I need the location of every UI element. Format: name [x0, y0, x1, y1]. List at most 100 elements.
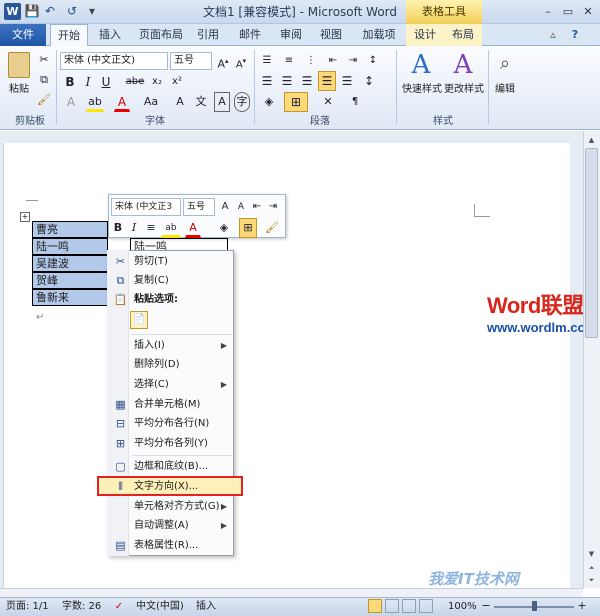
- italic-button[interactable]: I: [80, 72, 96, 92]
- mini-borders-icon[interactable]: ⊞: [239, 218, 257, 238]
- mini-center-icon[interactable]: ≡: [143, 218, 159, 238]
- menu-item-text-direction[interactable]: ⫴ 文字方向(X)...: [108, 477, 233, 496]
- close-button[interactable]: ✕: [578, 3, 598, 20]
- mini-format-painter-icon[interactable]: 🖌: [263, 218, 281, 238]
- align-center-icon[interactable]: ☰: [278, 71, 296, 91]
- mini-italic-button[interactable]: I: [127, 218, 141, 238]
- character-border-icon[interactable]: A: [214, 92, 230, 112]
- bullets-icon[interactable]: ☰: [258, 51, 276, 71]
- copy-icon[interactable]: ⧉: [36, 70, 52, 90]
- table-cell[interactable]: 贺峰: [32, 272, 108, 289]
- mini-shrink-font-icon[interactable]: A: [233, 197, 249, 217]
- table-cell[interactable]: 吴建波: [32, 255, 108, 272]
- tab-design[interactable]: 设计: [406, 24, 444, 46]
- mini-font-color-icon[interactable]: A: [185, 218, 201, 238]
- zoom-in-icon[interactable]: +: [576, 599, 588, 613]
- font-name-combo[interactable]: 宋体 (中文正文): [60, 52, 168, 70]
- distributed-icon[interactable]: ☰: [338, 71, 356, 91]
- menu-item-table-properties[interactable]: ▤ 表格属性(R)...: [108, 536, 233, 555]
- bold-button[interactable]: B: [62, 72, 78, 92]
- zoom-slider-thumb[interactable]: [532, 601, 537, 611]
- menu-item-distribute-rows[interactable]: ⊟ 平均分布各行(N): [108, 414, 233, 433]
- change-styles-label[interactable]: 更改样式: [442, 80, 486, 95]
- tab-review[interactable]: 审阅: [274, 24, 308, 46]
- chinese-layout-icon[interactable]: ✕: [318, 92, 338, 112]
- vertical-scroll-thumb[interactable]: [585, 148, 598, 338]
- tab-file[interactable]: 文件: [0, 24, 46, 46]
- cut-icon[interactable]: ✂: [36, 50, 52, 70]
- text-effects-icon[interactable]: A: [62, 92, 80, 112]
- menu-item-select[interactable]: 选择(C) ▶: [108, 375, 233, 394]
- sort-icon[interactable]: ↕: [364, 51, 382, 71]
- minimize-ribbon-icon[interactable]: ▵: [546, 24, 560, 46]
- status-page[interactable]: 页面: 1/1: [6, 598, 49, 615]
- multilevel-list-icon[interactable]: ⋮: [302, 51, 320, 71]
- increase-indent-icon[interactable]: ⇥: [344, 51, 362, 71]
- underline-button[interactable]: U: [98, 72, 114, 92]
- change-case-icon[interactable]: Aa: [140, 92, 162, 112]
- tab-home[interactable]: 开始: [50, 24, 88, 46]
- mini-bold-button[interactable]: B: [111, 218, 125, 238]
- menu-item-borders-shading[interactable]: ▢ 边框和底纹(B)...: [108, 457, 233, 476]
- zoom-out-icon[interactable]: −: [480, 599, 492, 613]
- change-styles-icon[interactable]: A: [450, 52, 476, 78]
- shrink-font-icon[interactable]: A▾: [232, 51, 250, 71]
- restore-button[interactable]: ▭: [558, 3, 578, 20]
- clear-format-icon[interactable]: A: [172, 92, 188, 112]
- decrease-indent-icon[interactable]: ⇤: [324, 51, 342, 71]
- show-marks-icon[interactable]: ¶: [346, 92, 364, 112]
- prev-page-icon[interactable]: ⏶: [585, 562, 598, 574]
- menu-item-delete-column[interactable]: 删除列(D): [108, 355, 233, 374]
- horizontal-scrollbar[interactable]: [0, 588, 583, 597]
- full-screen-view-icon[interactable]: [385, 599, 399, 613]
- superscript-button[interactable]: x²: [168, 72, 186, 92]
- highlight-icon[interactable]: ab: [86, 92, 104, 112]
- tab-view[interactable]: 视图: [314, 24, 348, 46]
- tab-addins[interactable]: 加载项: [356, 24, 402, 46]
- web-layout-view-icon[interactable]: [402, 599, 416, 613]
- menu-item-autofit[interactable]: 自动调整(A) ▶: [108, 516, 233, 535]
- mini-font-name[interactable]: 宋体 (中文正3: [111, 198, 181, 216]
- menu-item-insert[interactable]: 插入(I) ▶: [108, 336, 233, 355]
- numbering-icon[interactable]: ≡: [280, 51, 298, 71]
- tab-references[interactable]: 引用: [192, 24, 224, 46]
- format-painter-icon[interactable]: 🖌: [36, 90, 52, 110]
- table-move-handle-icon[interactable]: +: [20, 212, 30, 222]
- quick-styles-label[interactable]: 快速样式: [400, 80, 444, 95]
- mini-highlight-icon[interactable]: ab: [161, 218, 181, 238]
- mini-shading-icon[interactable]: ◈: [215, 218, 233, 238]
- tab-page-layout[interactable]: 页面布局: [133, 24, 189, 46]
- status-insert-mode[interactable]: 插入: [196, 598, 216, 615]
- proofing-icon[interactable]: ✓: [112, 600, 126, 614]
- scroll-down-icon[interactable]: ▼: [585, 548, 598, 560]
- status-word-count[interactable]: 字数: 26: [62, 598, 101, 615]
- mini-font-size[interactable]: 五号: [183, 198, 215, 216]
- subscript-button[interactable]: x₂: [148, 72, 166, 92]
- shading-icon[interactable]: ◈: [258, 92, 280, 112]
- paste-icon[interactable]: [8, 52, 30, 78]
- justify-icon[interactable]: ☰: [318, 71, 336, 91]
- next-page-icon[interactable]: ⏷: [585, 574, 598, 586]
- enclose-character-icon[interactable]: 字: [234, 92, 250, 112]
- table-cell[interactable]: 曹亮: [32, 221, 108, 238]
- scroll-up-icon[interactable]: ▲: [585, 134, 598, 146]
- align-left-icon[interactable]: ☰: [258, 71, 276, 91]
- table-cell[interactable]: 陆一鸣: [32, 238, 108, 255]
- menu-item-distribute-columns[interactable]: ⊞ 平均分布各列(Y): [108, 434, 233, 453]
- strikethrough-button[interactable]: abe: [124, 72, 146, 92]
- tab-mailings[interactable]: 邮件: [232, 24, 268, 46]
- menu-item-merge-cells[interactable]: ▦ 合并单元格(M): [108, 395, 233, 414]
- help-icon[interactable]: ?: [568, 24, 582, 46]
- table-cell[interactable]: 鲁新来: [32, 289, 108, 306]
- paste-keep-text-icon[interactable]: 📄: [130, 311, 148, 329]
- line-spacing-icon[interactable]: ↕: [360, 71, 378, 91]
- editing-label[interactable]: 编辑: [490, 80, 520, 95]
- tab-insert[interactable]: 插入: [92, 24, 128, 46]
- mini-increase-indent-icon[interactable]: ⇥: [265, 197, 281, 217]
- font-size-combo[interactable]: 五号: [170, 52, 212, 70]
- document-page[interactable]: [3, 143, 570, 590]
- zoom-level[interactable]: 100%: [448, 598, 477, 615]
- quick-styles-icon[interactable]: A: [408, 52, 434, 78]
- find-icon[interactable]: ⌕: [494, 52, 516, 76]
- status-language[interactable]: 中文(中国): [136, 598, 184, 615]
